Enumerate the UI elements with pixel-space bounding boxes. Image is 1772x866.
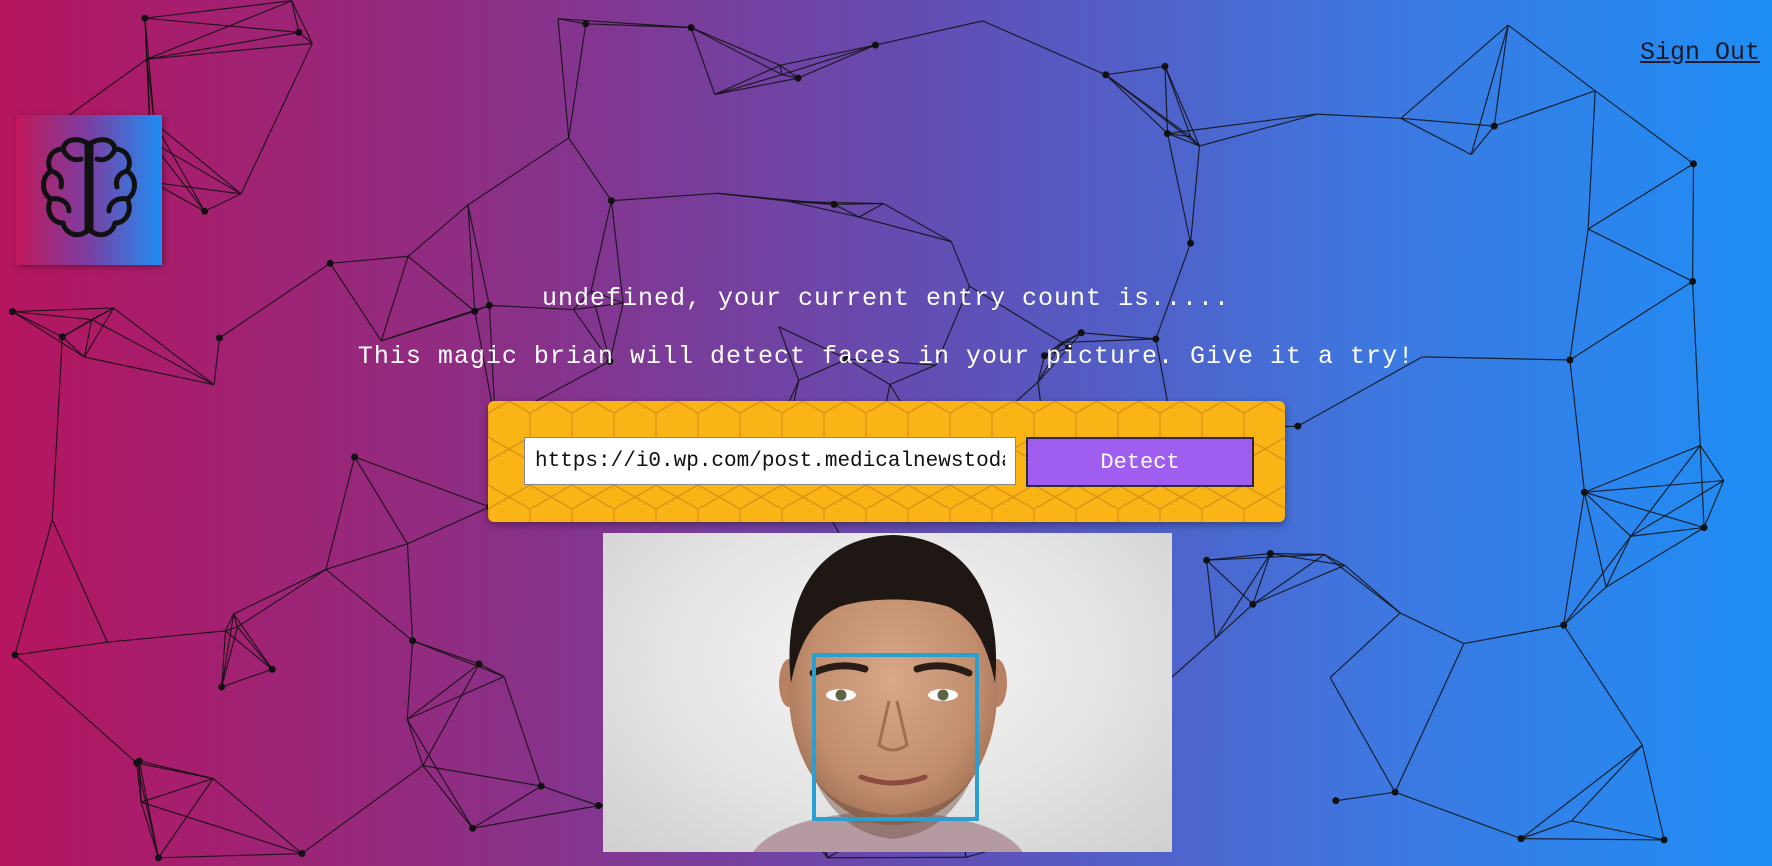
detect-button[interactable]: Detect [1026, 437, 1254, 487]
tagline: This magic brian will detect faces in yo… [357, 342, 1415, 371]
logo [16, 115, 162, 265]
detection-result-image [603, 533, 1172, 852]
image-url-input[interactable] [524, 437, 1016, 485]
sign-out-link[interactable]: Sign Out [1640, 38, 1760, 67]
image-link-form: Detect [488, 401, 1285, 522]
face-bounding-box [812, 653, 979, 821]
entry-count-greeting: undefined, your current entry count is..… [541, 284, 1231, 313]
brain-icon [37, 133, 141, 248]
